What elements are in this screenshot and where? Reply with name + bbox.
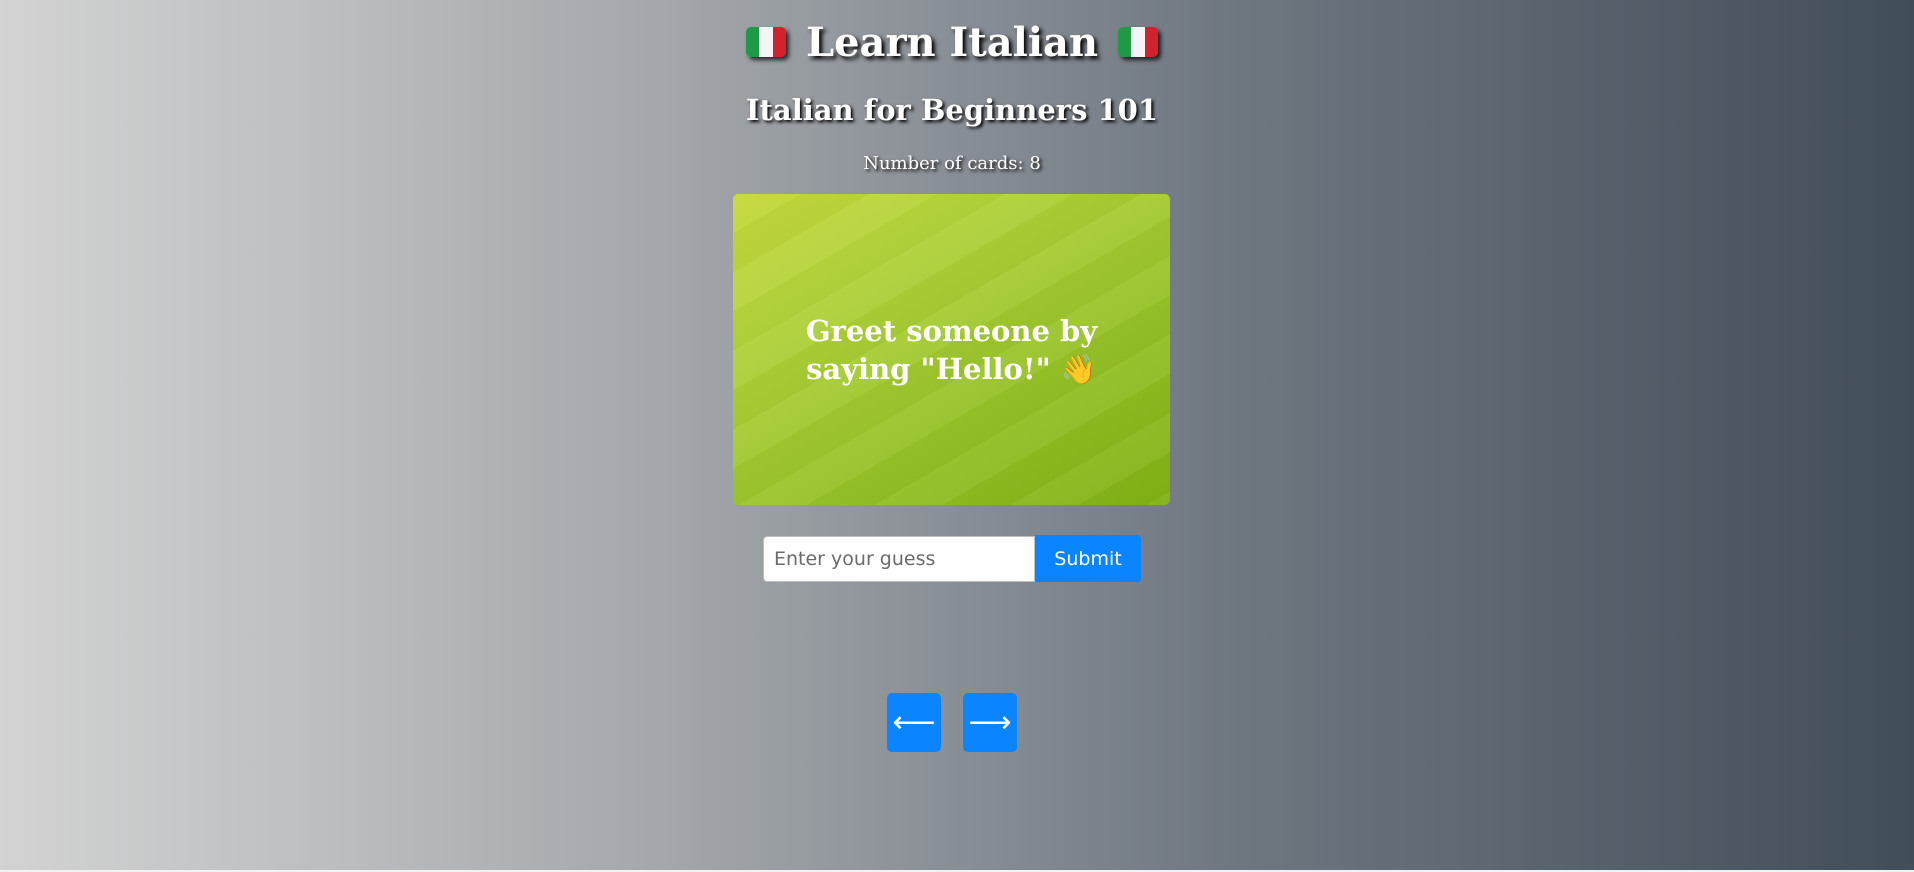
card-count: Number of cards: 8 bbox=[863, 153, 1041, 174]
italian-flag-icon bbox=[1117, 27, 1158, 57]
italian-flag-icon bbox=[746, 27, 786, 57]
next-card-button[interactable]: ⟶ bbox=[963, 693, 1017, 752]
flashcard-question: Greet someone by saying "Hello!" 👋 bbox=[805, 313, 1098, 386]
flashcard[interactable]: Greet someone by saying "Hello!" 👋 bbox=[733, 194, 1170, 505]
submit-button[interactable]: Submit bbox=[1035, 535, 1141, 582]
previous-card-button[interactable]: ⟵ bbox=[887, 693, 941, 752]
app-page: Learn Italian Italian for Beginners 101 … bbox=[0, 0, 1914, 872]
right-arrow-icon: ⟶ bbox=[968, 705, 1012, 740]
left-arrow-icon: ⟵ bbox=[892, 705, 936, 740]
guess-input[interactable] bbox=[763, 536, 1035, 582]
deck-name: Italian for Beginners 101 bbox=[745, 93, 1159, 127]
page-title-text: Learn Italian bbox=[805, 19, 1099, 66]
guess-form: Submit bbox=[763, 535, 1141, 583]
page-title: Learn Italian bbox=[0, 14, 1904, 72]
